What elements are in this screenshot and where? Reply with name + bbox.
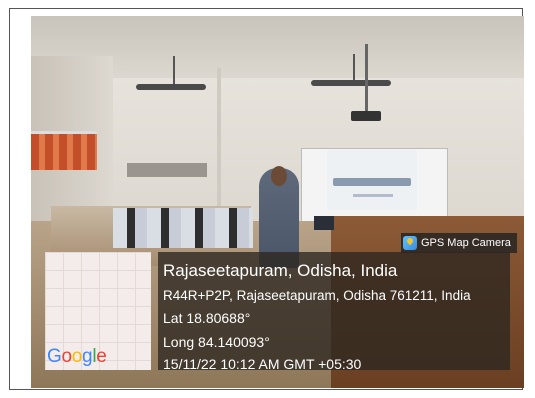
classroom-photo: GPS Map Camera Google Rajaseetapuram, Od… xyxy=(31,16,524,388)
location-address: R44R+P2P, Rajaseetapuram, Odisha 761211,… xyxy=(163,288,471,303)
location-title: Rajaseetapuram, Odisha, India xyxy=(163,261,398,280)
ac-unit xyxy=(127,163,207,177)
datetime: 15/11/22 10:12 AM GMT +05:30 xyxy=(163,356,362,372)
gps-map-camera-badge: GPS Map Camera xyxy=(401,233,517,253)
fan-rod-right xyxy=(353,54,355,82)
location-info-panel: Rajaseetapuram, Odisha, India R44R+P2P, … xyxy=(158,252,510,372)
latitude: Lat 18.80688° xyxy=(163,310,251,326)
ceiling-fan-right xyxy=(311,80,391,86)
slide-text-line xyxy=(353,194,393,197)
google-logo: Google xyxy=(47,346,107,367)
wall-pipe xyxy=(217,68,221,228)
students xyxy=(113,208,253,248)
longitude: Long 84.140093° xyxy=(163,334,270,350)
fan-rod-left xyxy=(173,56,175,86)
gps-badge-label: GPS Map Camera xyxy=(421,237,511,249)
presenter-head xyxy=(271,166,287,186)
gps-map-camera-icon xyxy=(403,236,417,250)
laptop xyxy=(314,216,334,230)
ceiling-fan-left xyxy=(136,84,206,90)
projector-rod xyxy=(365,44,368,112)
projector xyxy=(351,111,381,121)
slide-logo xyxy=(333,178,411,186)
window-curtains xyxy=(31,131,97,170)
